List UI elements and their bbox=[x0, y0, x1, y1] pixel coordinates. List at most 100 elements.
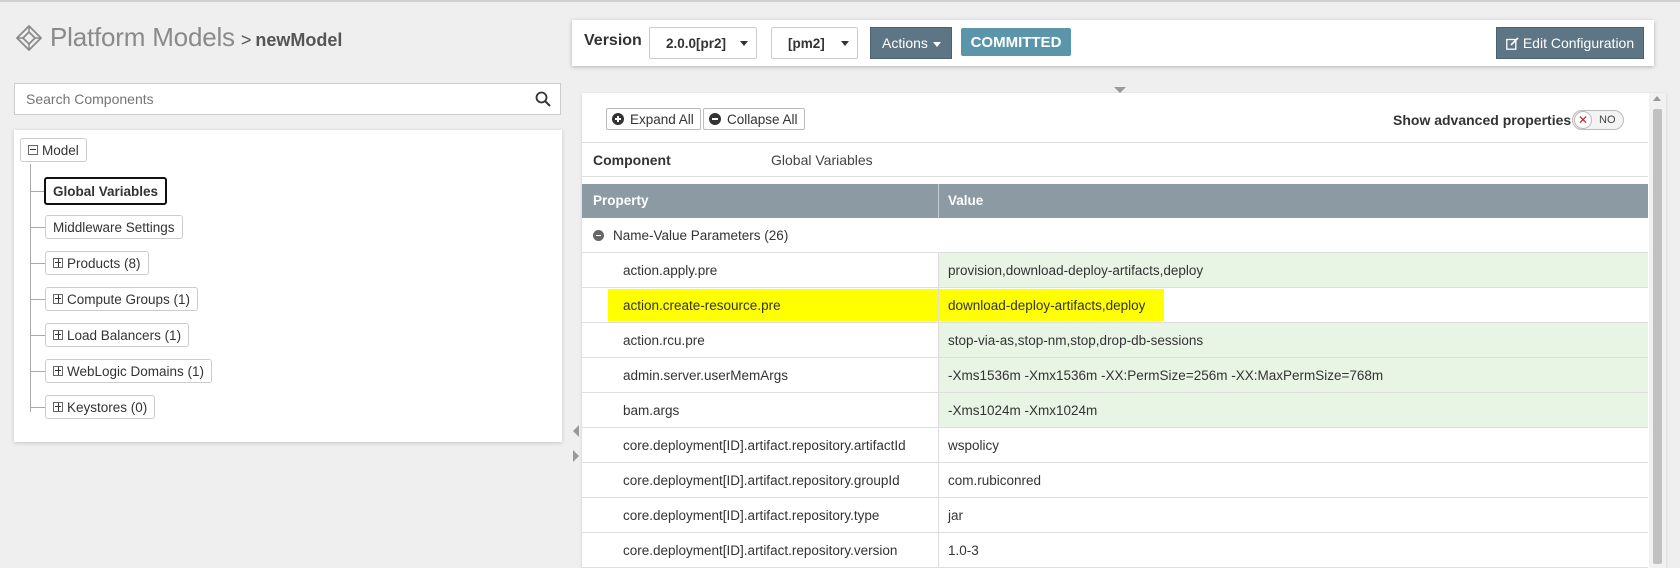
collapse-all-button[interactable]: Collapse All bbox=[703, 108, 805, 130]
version-select-value: 2.0.0[pr2] bbox=[666, 35, 727, 51]
platform-logo-icon bbox=[16, 24, 42, 51]
vertical-scrollbar[interactable] bbox=[1649, 93, 1666, 568]
property-name: core.deployment[ID].artifact.repository.… bbox=[623, 508, 880, 523]
tree-node-keystores[interactable]: Keystores (0) bbox=[45, 395, 156, 419]
release-select-value: [pm2] bbox=[788, 35, 825, 51]
collapse-group-icon[interactable] bbox=[593, 230, 604, 241]
tree-connector bbox=[30, 227, 46, 228]
collapse-icon[interactable] bbox=[28, 145, 38, 155]
tree-node-label: Keystores (0) bbox=[67, 399, 148, 415]
expand-icon[interactable] bbox=[53, 330, 63, 340]
property-name: core.deployment[ID].artifact.repository.… bbox=[623, 473, 900, 488]
top-border bbox=[0, 0, 1680, 2]
edit-configuration-label: Edit Configuration bbox=[1522, 35, 1635, 51]
tree-node-middleware-settings[interactable]: Middleware Settings bbox=[45, 215, 183, 239]
property-value: provision,download-deploy-artifacts,depl… bbox=[948, 263, 1204, 278]
plus-circle-icon bbox=[612, 113, 624, 125]
component-tree: Model Global Variables Middleware Settin… bbox=[14, 130, 562, 442]
close-icon: ✕ bbox=[1574, 111, 1592, 129]
scrollbar-thumb[interactable] bbox=[1653, 109, 1662, 564]
tree-node-label: Products (8) bbox=[67, 255, 141, 271]
model-name: newModel bbox=[255, 30, 343, 50]
tree-node-model[interactable]: Model bbox=[20, 138, 87, 162]
expand-all-button[interactable]: Expand All bbox=[606, 108, 701, 130]
search-box bbox=[14, 83, 561, 115]
expand-icon[interactable] bbox=[53, 294, 63, 304]
table-row[interactable]: admin.server.userMemArgs -Xms1536m -Xmx1… bbox=[582, 358, 1648, 393]
property-value: stop-via-as,stop-nm,stop,drop-db-session… bbox=[948, 333, 1204, 348]
property-value: 1.0-3 bbox=[948, 543, 979, 558]
status-badge: COMMITTED bbox=[961, 28, 1071, 56]
tree-node-weblogic-domains[interactable]: WebLogic Domains (1) bbox=[45, 359, 213, 383]
tree-node-global-variables[interactable]: Global Variables bbox=[44, 177, 168, 205]
table-row[interactable]: action.apply.pre provision,download-depl… bbox=[582, 253, 1648, 288]
actions-button[interactable]: Actions bbox=[870, 27, 952, 59]
tree-node-label: Global Variables bbox=[53, 183, 159, 199]
expand-icon[interactable] bbox=[53, 402, 63, 412]
expand-icon[interactable] bbox=[53, 366, 63, 376]
tree-node-label: Load Balancers (1) bbox=[67, 327, 182, 343]
chevron-down-icon bbox=[740, 41, 748, 46]
edit-configuration-button[interactable]: Edit Configuration bbox=[1496, 27, 1644, 59]
properties-toolbar: Expand All Collapse All Show advanced pr… bbox=[582, 93, 1648, 143]
table-row[interactable]: bam.args -Xms1024m -Xmx1024m bbox=[582, 393, 1648, 428]
collapse-all-label: Collapse All bbox=[727, 111, 798, 127]
tree-connector bbox=[30, 335, 46, 336]
property-value: wspolicy bbox=[948, 438, 1000, 453]
release-select[interactable]: [pm2] bbox=[771, 27, 858, 59]
app-title[interactable]: Platform Models bbox=[50, 22, 235, 53]
property-name: core.deployment[ID].artifact.repository.… bbox=[623, 543, 898, 558]
property-name: bam.args bbox=[623, 403, 680, 418]
table-header: Property Value bbox=[582, 184, 1648, 218]
tree-node-products[interactable]: Products (8) bbox=[45, 251, 149, 275]
tree-connector bbox=[30, 407, 46, 408]
table-row[interactable]: core.deployment[ID].artifact.repository.… bbox=[582, 498, 1648, 533]
tree-connector bbox=[30, 164, 31, 412]
tree-node-label: Compute Groups (1) bbox=[67, 291, 191, 307]
toggle-state: NO bbox=[1599, 114, 1616, 126]
component-value: Global Variables bbox=[771, 152, 873, 168]
advanced-properties-toggle[interactable]: ✕ NO bbox=[1572, 110, 1624, 130]
property-name: admin.server.userMemArgs bbox=[623, 368, 789, 383]
expand-icon[interactable] bbox=[53, 258, 63, 268]
property-column-header: Property bbox=[593, 193, 649, 208]
search-input[interactable] bbox=[15, 84, 515, 114]
property-name: action.rcu.pre bbox=[623, 333, 705, 348]
search-icon[interactable] bbox=[535, 91, 551, 107]
version-toolbar: Version 2.0.0[pr2] [pm2] Actions COMMITT… bbox=[572, 20, 1654, 66]
property-name: action.apply.pre bbox=[623, 263, 718, 278]
table-row[interactable]: core.deployment[ID].artifact.repository.… bbox=[582, 428, 1648, 463]
property-value: jar bbox=[948, 508, 964, 523]
value-column-header: Value bbox=[948, 193, 984, 208]
component-row: Component Global Variables bbox=[582, 143, 1648, 177]
group-title: Name-Value Parameters (26) bbox=[613, 228, 789, 243]
splitter-left-arrow-icon[interactable] bbox=[573, 425, 579, 437]
property-value: -Xms1024m -Xmx1024m bbox=[948, 403, 1098, 418]
property-name: action.create-resource.pre bbox=[623, 298, 781, 313]
chevron-down-icon bbox=[933, 42, 941, 47]
property-value: download-deploy-artifacts,deploy bbox=[948, 298, 1146, 313]
table-row[interactable]: action.rcu.pre stop-via-as,stop-nm,stop,… bbox=[582, 323, 1648, 358]
tree-connector bbox=[30, 263, 46, 264]
tree-connector bbox=[30, 371, 46, 372]
properties-panel: Expand All Collapse All Show advanced pr… bbox=[582, 93, 1666, 568]
splitter-right-arrow-icon[interactable] bbox=[573, 450, 579, 462]
table-row[interactable]: action.create-resource.pre download-depl… bbox=[582, 288, 1648, 323]
properties-table-body: action.apply.pre provision,download-depl… bbox=[582, 253, 1648, 568]
version-select[interactable]: 2.0.0[pr2] bbox=[649, 27, 757, 59]
breadcrumb: Platform Models > newModel bbox=[16, 22, 342, 53]
advanced-properties-label: Show advanced properties bbox=[1393, 112, 1572, 128]
tree-node-load-balancers[interactable]: Load Balancers (1) bbox=[45, 323, 190, 347]
column-divider bbox=[938, 184, 939, 218]
version-label: Version bbox=[584, 32, 642, 49]
component-label: Component bbox=[593, 152, 671, 168]
actions-label: Actions bbox=[882, 35, 928, 51]
chevron-down-icon bbox=[841, 41, 849, 46]
edit-icon bbox=[1505, 36, 1519, 50]
tree-node-label: WebLogic Domains (1) bbox=[67, 363, 205, 379]
table-row[interactable]: core.deployment[ID].artifact.repository.… bbox=[582, 533, 1648, 568]
parameter-group[interactable]: Name-Value Parameters (26) bbox=[582, 218, 1648, 253]
table-row[interactable]: core.deployment[ID].artifact.repository.… bbox=[582, 463, 1648, 498]
scroll-up-icon[interactable] bbox=[1653, 96, 1661, 101]
tree-node-compute-groups[interactable]: Compute Groups (1) bbox=[45, 287, 199, 311]
